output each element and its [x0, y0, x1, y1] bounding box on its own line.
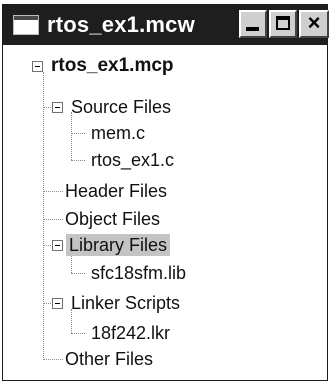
tree-root-project[interactable]: rtos_ex1.mcp [51, 55, 174, 77]
tree-item-library-files[interactable]: Library Files [66, 234, 171, 256]
close-button[interactable]: × [299, 10, 329, 38]
tree-line [43, 359, 63, 360]
collapse-toggle-root[interactable] [32, 61, 43, 72]
title-bar[interactable]: rtos_ex1.mcw × [3, 5, 329, 45]
tree-line [43, 72, 44, 358]
collapse-toggle-source-files[interactable] [52, 102, 63, 113]
tree-item-file[interactable]: mem.c [91, 122, 145, 144]
tree-item-other-files[interactable]: Other Files [65, 348, 153, 370]
tree-item-file[interactable]: 18f242.lkr [91, 322, 170, 344]
project-tree: rtos_ex1.mcp Source Files mem.c rtos_ex1… [3, 47, 327, 379]
maximize-button[interactable] [269, 10, 297, 38]
maximize-icon [276, 16, 290, 30]
tree-item-file[interactable]: sfc18sfm.lib [91, 262, 186, 284]
window-icon[interactable] [13, 15, 39, 35]
tree-item-header-files[interactable]: Header Files [65, 180, 167, 202]
tree-line [43, 191, 63, 192]
tree-line [43, 219, 63, 220]
collapse-toggle-linker-scripts[interactable] [52, 298, 63, 309]
project-window: rtos_ex1.mcw × rtos_ex1.mcp Source Files… [2, 4, 329, 381]
tree-item-object-files[interactable]: Object Files [65, 208, 160, 230]
minimize-button[interactable] [239, 10, 267, 38]
window-title: rtos_ex1.mcw [47, 12, 195, 37]
tree-line [71, 273, 85, 274]
tree-line [71, 133, 85, 134]
tree-line [71, 160, 85, 161]
minimize-icon [246, 27, 259, 31]
tree-item-source-files[interactable]: Source Files [71, 96, 171, 118]
tree-item-linker-scripts[interactable]: Linker Scripts [71, 292, 180, 314]
tree-item-file[interactable]: rtos_ex1.c [91, 149, 174, 171]
tree-line [71, 333, 85, 334]
collapse-toggle-library-files[interactable] [52, 240, 63, 251]
tree-line [71, 112, 72, 160]
close-icon: × [307, 10, 321, 35]
